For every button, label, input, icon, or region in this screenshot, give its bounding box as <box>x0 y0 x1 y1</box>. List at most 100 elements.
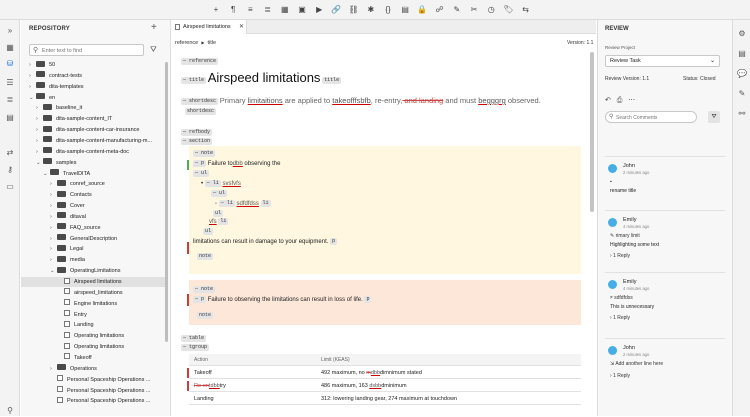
tree-file[interactable]: Personal Spaceship Operations ... <box>21 375 165 385</box>
outline-icon[interactable]: ☰ <box>4 77 16 89</box>
repository-scrollbar[interactable] <box>165 62 168 342</box>
filter-icon[interactable]: ⛛ <box>150 45 157 55</box>
unordered-list-icon[interactable]: ≣ <box>262 4 274 16</box>
tag-title-open[interactable]: ─ title <box>181 76 207 84</box>
tree-file[interactable]: Engine limitations <box>21 299 165 309</box>
comment-icon[interactable]: 💬 <box>736 68 748 80</box>
tag-p-close[interactable]: p <box>364 296 372 303</box>
tree-folder[interactable]: › ditaval <box>21 212 165 222</box>
braces-icon[interactable]: {} <box>382 4 394 16</box>
tree-folder[interactable]: › Contacts <box>21 190 165 200</box>
tree-folder[interactable]: › Operations <box>21 364 165 374</box>
chevron-right-icon[interactable]: › <box>36 125 43 135</box>
ordered-list-icon[interactable]: ≡ <box>244 4 256 16</box>
cut-icon[interactable]: ✂ <box>468 4 480 16</box>
chevron-right-icon[interactable]: › <box>50 201 57 211</box>
chevron-down-icon[interactable]: ⌄ <box>50 266 57 276</box>
tag-note[interactable]: ─ note <box>193 286 216 293</box>
tag-p-close[interactable]: p <box>330 238 338 245</box>
review-project-select[interactable]: Review Task ⌄ <box>605 55 720 67</box>
tree-folder[interactable]: › dita-sample-content-meta-doc <box>21 147 165 157</box>
comment-card[interactable]: Emily 4 minutes ago ≠ sdfdfdss This is unne… <box>605 272 725 328</box>
tag-p[interactable]: ─ p <box>193 296 207 303</box>
comment-search-input[interactable] <box>616 113 694 122</box>
comment-card[interactable]: John 2 minutes ago ▪ rename title <box>605 156 725 212</box>
chevron-right-icon[interactable]: › <box>36 103 43 113</box>
note2-text[interactable]: Failure to observing the limitations can… <box>208 297 363 303</box>
filter-icon[interactable]: ⛛ <box>708 111 720 123</box>
chevron-right-icon[interactable]: › <box>36 114 43 124</box>
tree-folder[interactable]: › GeneralDescription <box>21 234 165 244</box>
comment-card[interactable]: John 2 minutes ago ⇲ Add another line here… <box>605 338 725 394</box>
tree-folder[interactable]: › media <box>21 255 165 265</box>
chevron-right-icon[interactable]: › <box>29 82 36 92</box>
link-icon[interactable]: 🔗 <box>330 4 342 16</box>
chevron-down-icon[interactable]: ⌄ <box>29 93 36 103</box>
tree-folder[interactable]: ⌄ samples <box>21 158 165 168</box>
media-icon[interactable]: ▶ <box>313 4 325 16</box>
reply-toggle[interactable]: › 1 Reply <box>610 315 630 321</box>
settings-icon[interactable]: ⚙ <box>736 28 748 40</box>
table-icon[interactable]: ▦ <box>279 4 291 16</box>
breadcrumb-item[interactable]: title <box>207 40 216 46</box>
grid-icon[interactable]: ▦ <box>4 42 16 54</box>
chevron-right-icon[interactable]: › <box>50 179 57 189</box>
reply-all-icon[interactable]: ↶ <box>605 97 611 104</box>
repository-search[interactable]: ⚲ <box>29 44 144 56</box>
tree-folder[interactable]: › dita-sample-content_IT <box>21 114 165 124</box>
tree-file[interactable]: Operating limitations <box>21 331 165 341</box>
tree-folder[interactable]: › dita-templates <box>21 82 165 92</box>
list-item[interactable]: svsfvfs <box>222 181 240 187</box>
lock-icon[interactable]: 🔒 <box>416 4 428 16</box>
share-icon[interactable]: ⚯ <box>736 108 748 120</box>
tag-li[interactable]: ─ li <box>204 180 221 187</box>
tag-li-nested[interactable]: ─ li <box>218 200 235 207</box>
unlink-icon[interactable]: ⛓ <box>348 4 360 16</box>
tag-title-close[interactable]: title <box>322 76 342 84</box>
table-cell[interactable]: 486 maximum, 163 dsbbdminimum <box>321 380 407 392</box>
comment-card[interactable]: Emily 4 minutes ago ✎ rimary limit Highligh… <box>605 210 725 266</box>
tablet-icon[interactable]: ▭ <box>4 181 16 193</box>
track-changes-icon[interactable]: ⇆ <box>520 4 532 16</box>
tree-folder[interactable]: › Cover <box>21 201 165 211</box>
topic-title[interactable]: Airspeed limitations <box>208 70 321 85</box>
table-cell[interactable]: Landing <box>194 393 214 405</box>
tree-folder[interactable]: › FAQ_source <box>21 223 165 233</box>
list-item[interactable]: vfs <box>209 219 217 225</box>
tree-file[interactable]: Operating limitations <box>21 342 165 352</box>
tree-file[interactable]: airspeed_limitations <box>21 288 165 298</box>
document-icon[interactable]: ▤ <box>736 48 748 60</box>
conref-icon[interactable]: ☍ <box>434 4 446 16</box>
tag-li-close[interactable]: li <box>218 218 229 225</box>
tree-folder[interactable]: ⌄ OperatingLimitations <box>21 266 165 276</box>
chevron-down-icon[interactable]: ⌄ <box>36 158 43 168</box>
note-box-caution[interactable]: ─ note ─ p Failure todbb observing the ─… <box>187 146 581 274</box>
table-cell[interactable]: Takeoff <box>194 367 212 379</box>
list-item-nested[interactable]: sdfdfdss <box>237 201 259 207</box>
chevron-right-icon[interactable]: › <box>50 255 57 265</box>
chevron-right-icon[interactable]: › <box>50 364 57 374</box>
tree-file[interactable]: Takeoff <box>21 353 165 363</box>
chevron-right-icon[interactable]: › <box>29 60 36 70</box>
tree-folder[interactable]: › 50 <box>21 60 165 70</box>
tag-reference[interactable]: ─ reference <box>181 58 219 65</box>
repository-search-input[interactable] <box>42 46 142 55</box>
tag-shortdesc-close[interactable]: shortdesc <box>185 108 217 115</box>
add-icon[interactable]: + <box>151 22 157 33</box>
tree-folder[interactable]: › conref_source <box>21 179 165 189</box>
tree-file[interactable]: Airspeed limitations <box>21 277 165 287</box>
shortdesc[interactable]: ─ shortdesc Primary limitaitions are app… <box>181 96 541 105</box>
table-row[interactable]: Landing 312: lowering landing gear, 274 … <box>189 393 581 405</box>
chevron-right-icon[interactable]: › <box>50 223 57 233</box>
tag-ul-close[interactable]: ul <box>213 210 224 217</box>
tag-ul[interactable]: ─ ul <box>193 170 210 177</box>
chevron-right-icon[interactable]: › <box>50 234 57 244</box>
tree-folder[interactable]: ⌄ TravelDITA <box>21 169 165 179</box>
tag-ul-close[interactable]: ul <box>203 228 214 235</box>
tree-file[interactable]: Personal Spaceship Operations ... <box>21 396 165 406</box>
tag-li-close[interactable]: li <box>260 200 271 207</box>
tag-p[interactable]: ─ p <box>193 160 207 167</box>
tree-file[interactable]: Landing <box>21 320 165 330</box>
chevron-right-icon[interactable]: › <box>36 147 43 157</box>
chevron-right-icon[interactable]: › <box>50 244 57 254</box>
